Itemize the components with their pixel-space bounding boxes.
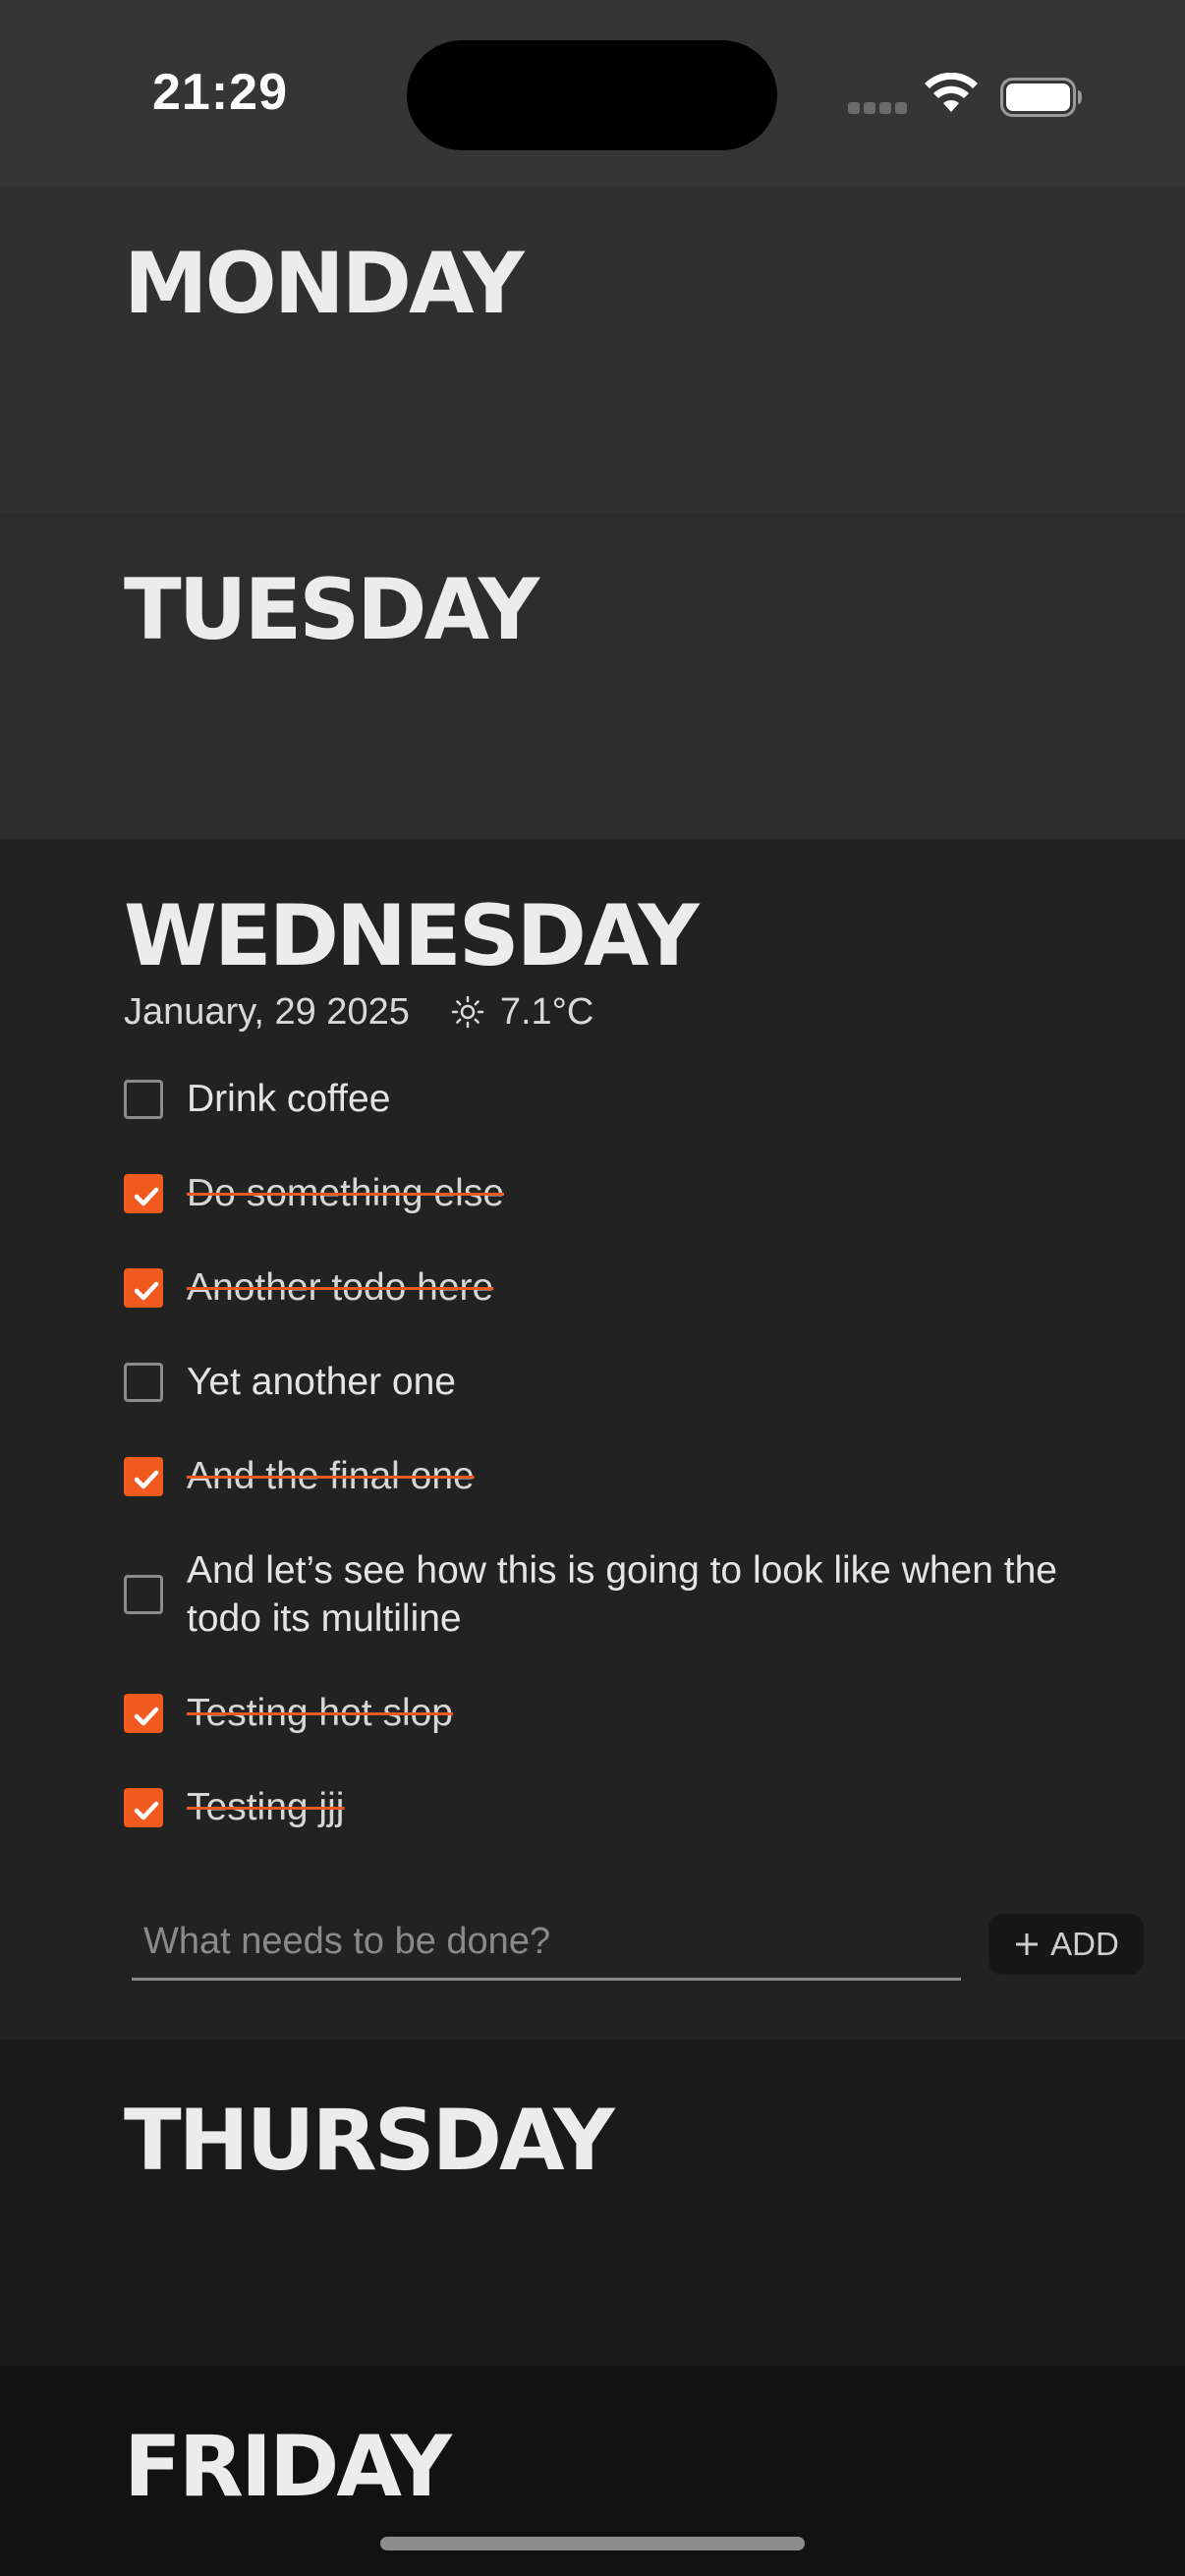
todo-item[interactable]: And let’s see how this is going to look … (124, 1546, 1106, 1645)
todo-text: Another todo here (187, 1265, 494, 1309)
status-bar: 21:29 (0, 0, 1185, 187)
todo-item[interactable]: And the final one (124, 1452, 1106, 1501)
checkbox-checked[interactable] (124, 1788, 163, 1828)
sun-icon (451, 995, 484, 1029)
day-tuesday[interactable]: TUESDAY (0, 513, 1185, 839)
todo-list: Drink coffee Do something else Another tod… (124, 1075, 1106, 1877)
date-label: January, 29 2025 (124, 990, 410, 1033)
todo-text: Do something else (187, 1171, 505, 1214)
day-title-wednesday: WEDNESDAY (124, 887, 700, 985)
checkmark-icon (134, 1708, 159, 1726)
checkbox-checked[interactable] (124, 1456, 163, 1496)
day-title-monday: MONDAY (124, 235, 525, 333)
home-indicator[interactable] (380, 2537, 805, 2550)
add-button-label: ADD (1050, 1926, 1119, 1962)
todo-text: Testing jjj (187, 1786, 345, 1829)
checkbox-unchecked[interactable] (124, 1362, 163, 1402)
todo-text: And let’s see how this is going to look … (187, 1548, 1057, 1641)
cellular-signal-icon (848, 102, 907, 116)
todo-text: Drink coffee (187, 1078, 391, 1120)
todo-item[interactable]: Testing jjj (124, 1783, 1106, 1832)
day-title-tuesday: TUESDAY (124, 561, 539, 659)
new-todo-input[interactable] (132, 1906, 961, 1981)
todo-item[interactable]: Yet another one (124, 1358, 1106, 1407)
battery-icon (1000, 78, 1082, 117)
todo-text: And the final one (187, 1454, 475, 1497)
status-time: 21:29 (152, 64, 288, 121)
plus-icon (1016, 1933, 1039, 1955)
checkmark-icon (134, 1470, 159, 1488)
day-title-thursday: THURSDAY (124, 2092, 615, 2190)
day-monday[interactable]: MONDAY (0, 187, 1185, 513)
todo-item[interactable]: Drink coffee (124, 1075, 1106, 1124)
checkbox-checked[interactable] (124, 1694, 163, 1734)
day-title-friday: FRIDAY (124, 2418, 452, 2516)
temperature-label: 7.1°C (499, 990, 594, 1033)
checkbox-unchecked[interactable] (124, 1575, 163, 1615)
todo-item[interactable]: Testing hot slop (124, 1689, 1106, 1738)
todo-text: Yet another one (187, 1360, 456, 1403)
checkbox-unchecked[interactable] (124, 1079, 163, 1119)
checkmark-icon (134, 1281, 159, 1301)
todo-text: Testing hot slop (187, 1692, 454, 1735)
checkbox-checked[interactable] (124, 1267, 163, 1308)
checkmark-icon (134, 1801, 159, 1820)
add-button[interactable]: ADD (988, 1914, 1144, 1975)
todo-item[interactable]: Do something else (124, 1169, 1106, 1218)
checkbox-checked[interactable] (124, 1173, 163, 1213)
wifi-icon (925, 73, 978, 112)
dynamic-island (407, 40, 777, 150)
checkmark-icon (134, 1187, 159, 1206)
day-thursday[interactable]: THURSDAY (0, 2040, 1185, 2366)
date-weather-line: January, 29 2025 7.1°C (124, 990, 593, 1034)
todo-item[interactable]: Another todo here (124, 1263, 1106, 1313)
add-todo-row: ADD (132, 1906, 1144, 1985)
day-wednesday: WEDNESDAY January, 29 2025 7.1°C Drink c… (0, 839, 1185, 2040)
